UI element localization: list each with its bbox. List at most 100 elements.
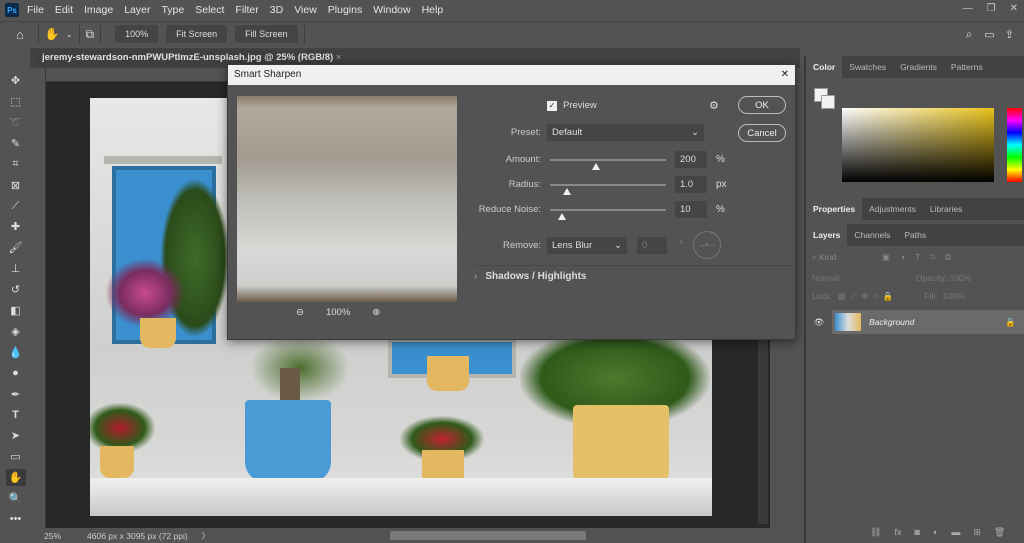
home-icon[interactable]: ⌂	[16, 27, 24, 42]
restore-icon[interactable]: ❐	[987, 3, 996, 14]
zoom-tool-icon[interactable]: 🔍	[6, 490, 26, 507]
link-layers-icon[interactable]: ⛓	[870, 527, 881, 538]
cancel-button[interactable]: Cancel	[738, 124, 786, 142]
move-tool-icon[interactable]: ✥	[6, 72, 26, 89]
marquee-tool-icon[interactable]: ⬚	[6, 93, 26, 110]
more-tools-icon[interactable]: •••	[6, 511, 26, 528]
minimize-icon[interactable]: —	[963, 3, 973, 14]
eraser-tool-icon[interactable]: ◧	[6, 302, 26, 319]
type-filter-icon[interactable]: T	[915, 252, 920, 263]
crop-tool-icon[interactable]: ⌗	[6, 156, 26, 173]
fx-icon[interactable]: fx	[894, 527, 901, 538]
kind-filter[interactable]: ⌕ Kind	[812, 252, 872, 263]
layer-row[interactable]: 👁 Background 🔒	[806, 310, 1024, 334]
blur-tool-icon[interactable]: 💧	[6, 344, 26, 361]
workspace-icon[interactable]: ▭	[984, 28, 994, 41]
rectangle-tool-icon[interactable]: ▭	[6, 448, 26, 465]
tab-libraries[interactable]: Libraries	[923, 198, 970, 220]
tab-gradients[interactable]: Gradients	[893, 56, 944, 78]
paint-bucket-icon[interactable]: ◈	[6, 323, 26, 340]
new-layer-icon[interactable]: ⊞	[973, 527, 981, 538]
ok-button[interactable]: OK	[738, 96, 786, 114]
tab-color[interactable]: Color	[806, 56, 843, 78]
tab-patterns[interactable]: Patterns	[944, 56, 990, 78]
radius-field[interactable]: 1.0	[675, 176, 707, 193]
type-tool-icon[interactable]: T	[6, 406, 26, 423]
chevron-down-icon[interactable]: ⌄	[66, 30, 73, 39]
lock-pixels-icon[interactable]: ▦	[837, 291, 845, 302]
angle-field[interactable]: 0	[637, 236, 667, 254]
quick-select-tool-icon[interactable]: ✎	[6, 135, 26, 152]
preview-image[interactable]	[237, 96, 457, 302]
menu-layer[interactable]: Layer	[124, 4, 150, 16]
opacity-field[interactable]: 100%	[950, 273, 972, 283]
close-window-icon[interactable]: ✕	[1010, 3, 1018, 14]
preset-select[interactable]: Default ⌄	[547, 124, 704, 141]
visibility-eye-icon[interactable]: 👁	[806, 317, 832, 328]
gear-icon[interactable]: ⚙	[709, 99, 719, 112]
lock-artboard-icon[interactable]: ⌑	[873, 291, 877, 302]
tab-layers[interactable]: Layers	[806, 224, 848, 246]
lock-position-icon[interactable]: ✥	[861, 291, 868, 302]
share-icon[interactable]: ⇪	[1005, 28, 1014, 41]
zoom-100-button[interactable]: 100%	[115, 25, 159, 43]
horizontal-scrollbar[interactable]	[390, 531, 586, 540]
stamp-tool-icon[interactable]: ⊥	[6, 260, 26, 277]
menu-help[interactable]: Help	[422, 4, 444, 16]
reduce-noise-slider[interactable]	[550, 208, 666, 211]
menu-filter[interactable]: Filter	[235, 4, 258, 16]
scroll-all-windows-icon[interactable]: ⧉	[86, 27, 95, 42]
dodge-tool-icon[interactable]: ●	[6, 364, 26, 381]
menu-type[interactable]: Type	[161, 4, 184, 16]
new-group-icon[interactable]: ▬	[951, 527, 960, 538]
eyedropper-tool-icon[interactable]: ⟋	[6, 197, 26, 214]
fill-field[interactable]: 100%	[943, 291, 965, 302]
tab-adjustments[interactable]: Adjustments	[862, 198, 923, 220]
path-select-icon[interactable]: ➤	[6, 427, 26, 444]
menu-3d[interactable]: 3D	[270, 4, 283, 16]
remove-select[interactable]: Lens Blur ⌄	[547, 236, 627, 254]
history-brush-icon[interactable]: ↺	[6, 281, 26, 298]
tab-close-icon[interactable]: ×	[336, 52, 342, 63]
amount-slider-thumb[interactable]	[592, 162, 601, 170]
reduce-noise-field[interactable]: 10	[675, 201, 707, 218]
menu-file[interactable]: File	[27, 4, 44, 16]
fit-screen-button[interactable]: Fit Screen	[166, 25, 228, 43]
zoom-out-icon[interactable]: ⊖	[296, 307, 304, 318]
menu-edit[interactable]: Edit	[55, 4, 73, 16]
hand-tool-icon[interactable]: ✋	[5, 468, 26, 487]
tab-properties[interactable]: Properties	[806, 198, 863, 220]
pixel-filter-icon[interactable]: ▣	[882, 252, 890, 263]
amount-field[interactable]: 200	[675, 151, 707, 168]
menu-window[interactable]: Window	[373, 4, 410, 16]
blend-mode-select[interactable]: Normal	[812, 273, 916, 283]
menu-view[interactable]: View	[294, 4, 317, 16]
adjustment-layer-icon[interactable]: ◐	[933, 527, 938, 538]
zoom-level[interactable]: 25%	[44, 531, 61, 541]
reduce-noise-slider-thumb[interactable]	[557, 212, 566, 220]
lock-all-icon[interactable]: 🔒	[883, 291, 894, 302]
smart-object-filter-icon[interactable]: ⧉	[945, 252, 951, 263]
status-menu-arrow[interactable]: 〉	[202, 530, 211, 542]
radius-slider[interactable]	[550, 183, 666, 186]
shape-filter-icon[interactable]: ⌑	[930, 252, 934, 263]
adjustment-filter-icon[interactable]: ◑	[900, 252, 905, 263]
healing-brush-icon[interactable]: ✚	[6, 218, 26, 235]
search-icon[interactable]: ⌕	[966, 27, 973, 42]
zoom-in-icon[interactable]: ⊕	[372, 307, 380, 318]
lasso-tool-icon[interactable]: ➰	[6, 114, 26, 131]
preview-checkbox[interactable]: ✓ Preview	[547, 100, 597, 111]
hue-slider[interactable]	[1007, 108, 1022, 182]
frame-tool-icon[interactable]: ⊠	[6, 176, 26, 193]
add-mask-icon[interactable]: ◙	[914, 527, 919, 538]
lock-paint-icon[interactable]: ⟋	[850, 291, 856, 302]
menu-image[interactable]: Image	[84, 4, 113, 16]
layer-lock-icon[interactable]: 🔒	[1005, 317, 1016, 328]
tab-paths[interactable]: Paths	[897, 224, 933, 246]
dialog-close-button[interactable]: ✕	[781, 69, 789, 81]
color-field[interactable]	[842, 108, 994, 182]
angle-dial[interactable]: –•–	[693, 231, 721, 259]
radius-slider-thumb[interactable]	[563, 187, 572, 195]
brush-tool-icon[interactable]: 🖌	[6, 239, 26, 256]
shadows-highlights-toggle[interactable]: › Shadows / Highlights	[474, 265, 792, 282]
